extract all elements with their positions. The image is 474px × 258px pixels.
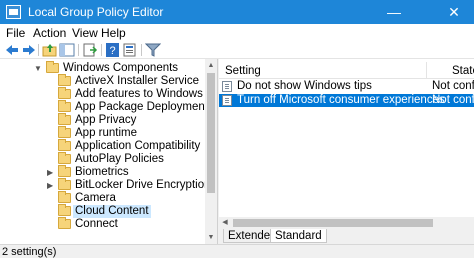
scroll-thumb[interactable] [233,219,433,227]
title-bar: Local Group Policy Editor — ✕ [0,0,474,24]
toolbar-separator [38,44,39,56]
tree-item[interactable]: ActiveX Installer Service [0,74,206,88]
tree-item[interactable]: Add features to Windows 10 [0,87,217,101]
expand-icon[interactable]: ▶ [47,166,53,179]
toolbar-separator [141,44,142,56]
tree-item-label: AutoPlay Policies [75,153,164,165]
folder-icon [58,217,71,229]
status-bar: 2 setting(s) [0,244,474,258]
gpedit-app-icon [6,5,21,19]
tree-item[interactable]: Camera [0,191,206,205]
tree-item-label: App Package Deployment [75,101,208,113]
window-title: Local Group Policy Editor [28,5,164,19]
setting-row-selected[interactable]: Turn off Microsoft consumer experiences … [219,94,474,107]
tree-item-label: ActiveX Installer Service [75,75,199,87]
folder-icon [58,152,71,164]
folder-icon [58,126,71,138]
setting-state: Not configured [432,80,474,92]
folder-icon [58,74,71,86]
column-divider[interactable] [426,62,427,79]
menu-action[interactable]: Action [33,26,66,40]
properties-icon[interactable] [122,43,138,57]
back-icon[interactable] [4,43,20,57]
folder-open-icon [46,61,59,73]
toolbar-separator [78,44,79,56]
help-icon[interactable]: ? [105,43,121,57]
tree-item-label: Windows Components [63,62,179,74]
tree-scrollbar[interactable]: ▲ ▼ [205,59,217,244]
settings-scrollbar-gutter [219,79,231,217]
folder-icon [58,87,71,99]
tree-item-label: Biometrics [75,166,129,178]
svg-text:?: ? [109,45,115,57]
forward-icon[interactable] [21,43,37,57]
tree-item-label: Cloud Content [73,205,151,218]
toolbar: ? [0,42,474,59]
tree-item-label: Add features to Windows 10 [75,88,218,100]
tree-item[interactable]: App Package Deployment [0,100,208,114]
column-setting[interactable]: Setting [225,65,261,77]
tab-standard[interactable]: Standard [270,229,327,243]
folder-icon [58,165,71,177]
tree-item-label: App Privacy [75,114,137,126]
tree-item-windows-components[interactable]: ▼ Windows Components [0,61,206,75]
folder-icon [58,113,71,125]
setting-name: Do not show Windows tips [237,80,372,92]
scroll-up-icon[interactable]: ▲ [205,61,217,71]
toolbar-separator [101,44,102,56]
tree-item[interactable]: Connect [0,217,206,231]
folder-icon [58,178,71,190]
tree-item[interactable]: ▶ Biometrics [0,165,206,179]
scroll-left-icon[interactable]: ◀ [220,218,230,228]
tree-item-label: Connect [75,218,118,230]
scroll-down-icon[interactable]: ▼ [205,233,217,243]
setting-state: Not configured [432,94,474,106]
tree-pane: ▼ Windows Components ActiveX Installer S… [0,59,218,244]
filter-icon[interactable] [145,43,161,57]
tree-item-label: App runtime [75,127,138,139]
view-tabs: Extended Standard [219,229,474,244]
folder-up-icon[interactable] [42,43,58,57]
tree-item-label: BitLocker Drive Encryption [75,179,211,191]
collapse-icon[interactable]: ▼ [34,62,42,75]
tree-item[interactable]: AutoPlay Policies [0,152,206,166]
settings-list-pane: Setting State Do not show Windows tips N… [219,59,474,230]
status-text: 2 setting(s) [2,246,57,258]
close-button[interactable]: ✕ [434,0,474,24]
expand-icon[interactable]: ▶ [47,179,53,192]
setting-name: Turn off Microsoft consumer experiences [237,94,445,106]
column-header: Setting State [219,62,474,79]
setting-row[interactable]: Do not show Windows tips Not configured [219,80,474,93]
tree-item[interactable]: Application Compatibility [0,139,206,153]
tree-item[interactable]: App Privacy [0,113,206,127]
menu-view[interactable]: View [72,26,98,40]
tree-item-label: Camera [75,192,116,204]
scroll-thumb[interactable] [207,73,215,193]
column-state[interactable]: State [452,65,474,77]
minimize-button[interactable]: — [374,0,414,24]
folder-icon [58,139,71,151]
tree-item[interactable]: ▶ BitLocker Drive Encryption [0,178,211,192]
tree-item-cloud-content[interactable]: Cloud Content [0,204,206,218]
folder-icon [58,100,71,112]
menu-file[interactable]: File [6,26,25,40]
export-list-icon[interactable] [82,43,98,57]
menu-help[interactable]: Help [101,26,126,40]
tree-item-label: Application Compatibility [75,140,201,152]
show-hide-tree-icon[interactable] [59,43,75,57]
folder-icon [58,204,71,216]
menu-bar: File Action View Help [0,24,474,42]
tree-item[interactable]: App runtime [0,126,206,140]
folder-icon [58,191,71,203]
settings-hscrollbar[interactable]: ◀ [219,217,474,229]
